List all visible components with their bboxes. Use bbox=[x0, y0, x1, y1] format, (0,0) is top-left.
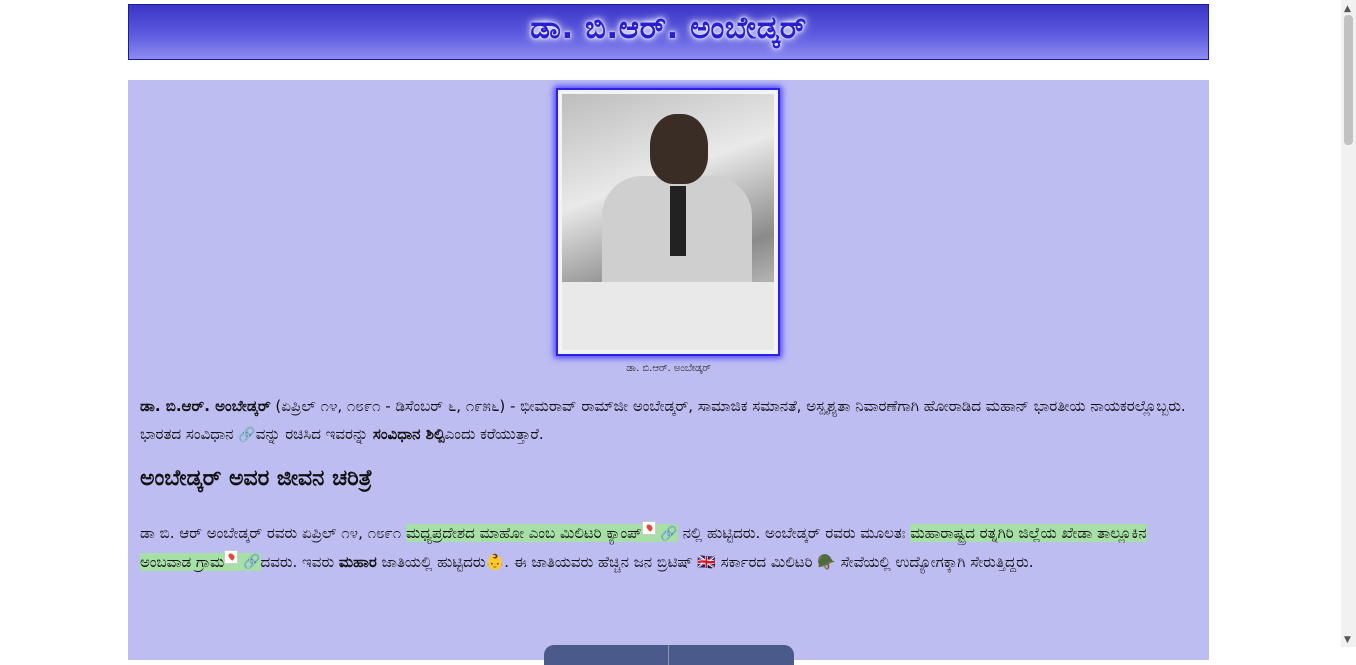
title-banner: ಡಾ. ಬಿ.ಆರ್. ಅಂಬೇಡ್ಕರ್ bbox=[128, 4, 1209, 60]
intro-name: ಡಾ. ಬಿ.ಆರ್. ಅಂಬೇಡ್ಕರ್ bbox=[140, 397, 271, 415]
map-pin-icon[interactable] bbox=[641, 521, 656, 535]
portrait-head bbox=[650, 114, 708, 184]
birthplace-link[interactable]: ಮಧ್ಯಪ್ರದೇಶದ ಮಾಹೋ ಎಂಬ ಮಿಲಿಟರಿ ಕ್ಯಾಂಪ್ 🔗 bbox=[405, 521, 678, 542]
portrait-image bbox=[562, 94, 774, 350]
link-icon[interactable]: 🔗 bbox=[238, 421, 255, 449]
bio-text-2: ನಲ್ಲಿ ಹುಟ್ಟಿದರು. ಅಂಬೇಡ್ಕರ್ ರವರು ಮೂಲತಃ bbox=[677, 524, 911, 542]
scrollbar-thumb[interactable] bbox=[1344, 15, 1353, 145]
bottom-button-bar[interactable] bbox=[544, 645, 794, 665]
military-helmet-icon: 🪖 bbox=[817, 552, 836, 571]
intro-text-3: ಎಂದು ಕರೆಯುತ್ತಾರೆ. bbox=[444, 425, 544, 443]
page-title: ಡಾ. ಬಿ.ಆರ್. ಅಂಬೇಡ್ಕರ್ bbox=[530, 10, 807, 46]
bio-text-6: ಸರ್ಕಾರದ ಮಿಲಿಟರಿ bbox=[715, 552, 818, 571]
baby-icon: 👶 bbox=[485, 552, 505, 571]
bio-text-5: . ಈ ಜಾತಿಯವರು ಹೆಚ್ಚಿನ ಜನ ಬ್ರಿಟಿಷ್ bbox=[504, 552, 698, 571]
bio-paragraph: ಡಾ ಬಿ. ಆರ್ ಅಂಬೇಡ್ಕರ್ ರವರು ಏಪ್ರಿಲ್ ೧೪, ೧೮… bbox=[140, 519, 1198, 576]
page: ಡಾ. ಬಿ.ಆರ್. ಅಂಬೇಡ್ಕರ್ bbox=[128, 4, 1209, 60]
bio-text-7: ಸೇವೆಯಲ್ಲಿ ಉದ್ಯೋಗಕ್ಕಾಗಿ ಸೇರುತ್ತಿದ್ದರು. bbox=[835, 552, 1034, 571]
article-content: ಡಾ. ಬಿ.ಆರ್. ಅಂಬೇಡ್ಕರ್ ಡಾ. ಬಿ.ಆರ್. ಅಂಬೇಡ್… bbox=[128, 80, 1209, 665]
birthplace-link-label[interactable]: ಮಧ್ಯಪ್ರದೇಶದ ಮಾಹೋ ಎಂಬ ಮಿಲಿಟರಿ ಕ್ಯಾಂಪ್ bbox=[406, 524, 642, 542]
scroll-down-arrow-icon[interactable]: ▼ bbox=[1344, 635, 1351, 645]
portrait-caption: ಡಾ. ಬಿ.ಆರ್. ಅಂಬೇಡ್ಕರ್ bbox=[626, 363, 711, 374]
vertical-scrollbar[interactable]: ▲ ▼ bbox=[1341, 0, 1356, 647]
uk-flag-icon: 🇬🇧 bbox=[697, 552, 716, 571]
link-icon[interactable]: 🔗 bbox=[660, 520, 677, 548]
map-pin-icon[interactable] bbox=[224, 549, 239, 564]
intro-text-2: ವನ್ನು ರಚಿಸಿದ ಇವರನ್ನು bbox=[255, 425, 373, 443]
button-divider bbox=[668, 645, 669, 665]
bio-text-3: ದವರು. ಇವರು bbox=[260, 552, 339, 571]
caste-name: ಮಹಾರ bbox=[338, 552, 377, 571]
scroll-up-arrow-icon[interactable]: ▲ bbox=[1344, 4, 1351, 14]
intro-paragraph: ಡಾ. ಬಿ.ಆರ್. ಅಂಬೇಡ್ಕರ್ (ಏಪ್ರಿಲ್ ೧೪, ೧೮೯೧ … bbox=[140, 392, 1198, 449]
portrait-desk bbox=[562, 282, 774, 350]
link-icon[interactable]: 🔗 bbox=[243, 548, 260, 576]
bio-text-1: ಡಾ ಬಿ. ಆರ್ ಅಂಬೇಡ್ಕರ್ ರವರು ಏಪ್ರಿಲ್ ೧೪, ೧೮… bbox=[140, 524, 406, 542]
portrait-tie bbox=[670, 186, 686, 256]
bio-text-4: ಜಾತಿಯಲ್ಲಿ ಹುಟ್ಟಿದರು bbox=[376, 552, 486, 571]
section-heading: ಅಂಬೇಡ್ಕರ್ ಅವರ ಜೀವನ ಚರಿತ್ರೆ bbox=[140, 466, 373, 491]
portrait-frame bbox=[556, 88, 780, 356]
intro-bold-title: ಸಂವಿಧಾನ ಶಿಲ್ಪಿ bbox=[372, 425, 445, 443]
